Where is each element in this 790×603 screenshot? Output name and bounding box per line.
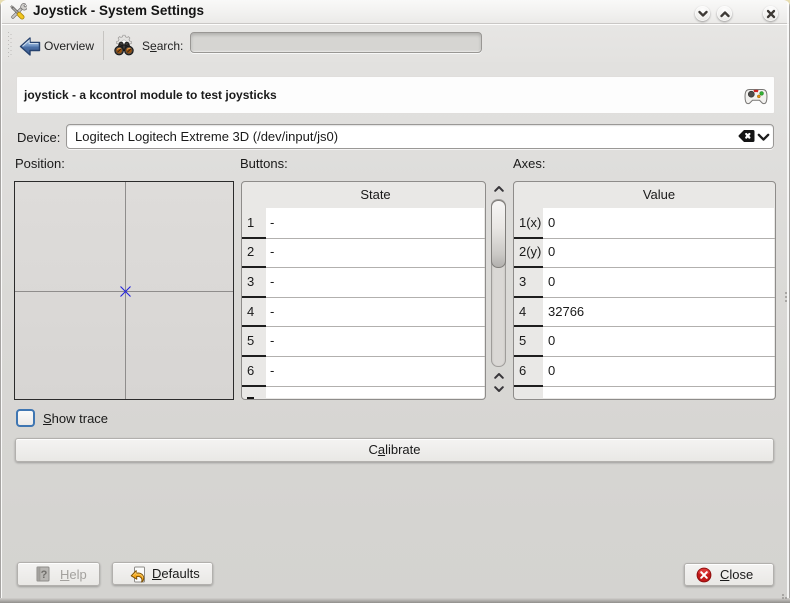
svg-text:?: ? bbox=[41, 569, 48, 581]
